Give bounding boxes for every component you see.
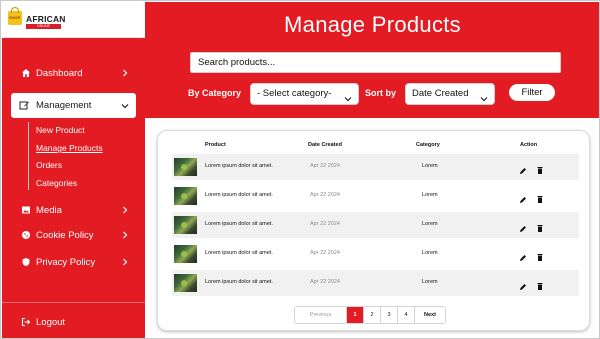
product-thumbnail bbox=[174, 187, 197, 205]
sidebar-item-cookie-policy[interactable]: Cookie Policy bbox=[2, 224, 145, 246]
page-button-3[interactable]: 3 bbox=[381, 307, 398, 323]
edit-pencil-icon[interactable] bbox=[519, 249, 527, 261]
search-input[interactable]: Search products... bbox=[190, 52, 561, 73]
sidebar-item-label: Privacy Policy bbox=[36, 256, 96, 268]
main-content: Manage Products Search products... By Ca… bbox=[145, 2, 599, 338]
chevron-down-icon bbox=[121, 102, 129, 110]
product-name: Lorem ipsum dolor sit amet. bbox=[205, 192, 273, 198]
table-row[interactable]: Lorem ipsum dolor sit amet. Apr 22 2024 … bbox=[172, 183, 579, 209]
edit-pencil-icon[interactable] bbox=[519, 162, 527, 174]
column-header-product: Product bbox=[205, 142, 226, 148]
logo[interactable]: SHOP AFRICAN ONLINE MARKETPLACE bbox=[2, 2, 145, 38]
category-select[interactable]: - Select category- bbox=[250, 83, 359, 105]
chevron-right-icon bbox=[121, 69, 129, 77]
app-window: SHOP AFRICAN ONLINE MARKETPLACE Dashboar… bbox=[0, 0, 600, 339]
previous-page-button[interactable]: Previous bbox=[295, 307, 347, 323]
table-row[interactable]: Lorem ipsum dolor sit amet. Apr 22 2024 … bbox=[172, 154, 579, 180]
category: Lorem bbox=[422, 250, 438, 256]
page-button-1[interactable]: 1 bbox=[347, 307, 364, 323]
column-header-category: Category bbox=[416, 142, 440, 148]
delete-trash-icon[interactable] bbox=[536, 278, 544, 290]
category: Lorem bbox=[422, 279, 438, 285]
delete-trash-icon[interactable] bbox=[536, 191, 544, 203]
home-icon bbox=[20, 68, 31, 79]
product-name: Lorem ipsum dolor sit amet. bbox=[205, 163, 273, 169]
sidebar-item-dashboard[interactable]: Dashboard bbox=[2, 62, 145, 84]
edit-pencil-icon[interactable] bbox=[519, 220, 527, 232]
chevron-right-icon bbox=[121, 258, 129, 266]
sidebar: SHOP AFRICAN ONLINE MARKETPLACE Dashboar… bbox=[2, 2, 145, 338]
logo-bag-text: SHOP bbox=[9, 15, 21, 20]
logout-label: Logout bbox=[36, 316, 66, 328]
logo-tagline: ONLINE MARKETPLACE bbox=[26, 24, 61, 29]
cookie-icon bbox=[20, 230, 31, 241]
submenu-new-product[interactable]: New Product bbox=[36, 125, 85, 135]
sidebar-item-label: Cookie Policy bbox=[36, 229, 94, 241]
date-created: Apr 22 2024 bbox=[310, 192, 340, 198]
sidebar-item-label: Dashboard bbox=[36, 67, 83, 79]
table-row[interactable]: Lorem ipsum dolor sit amet. Apr 22 2024 … bbox=[172, 241, 579, 267]
sidebar-item-privacy-policy[interactable]: Privacy Policy bbox=[2, 251, 145, 273]
product-name: Lorem ipsum dolor sit amet. bbox=[205, 250, 273, 256]
page-button-2[interactable]: 2 bbox=[364, 307, 381, 323]
delete-trash-icon[interactable] bbox=[536, 249, 544, 261]
page-header: Manage Products Search products... By Ca… bbox=[145, 2, 599, 118]
by-category-label: By Category bbox=[188, 88, 242, 98]
product-thumbnail bbox=[174, 245, 197, 263]
sort-by-label: Sort by bbox=[365, 88, 397, 98]
date-created: Apr 22 2024 bbox=[310, 250, 340, 256]
submenu-orders[interactable]: Orders bbox=[36, 160, 62, 170]
sort-select[interactable]: Date Created bbox=[405, 83, 495, 105]
category: Lorem bbox=[422, 192, 438, 198]
product-name: Lorem ipsum dolor sit amet. bbox=[205, 279, 273, 285]
sort-select-value: Date Created bbox=[412, 88, 469, 99]
logo-title: AFRICAN bbox=[26, 14, 66, 24]
logout-button[interactable]: Logout bbox=[2, 311, 145, 333]
shopping-bag-logo-icon: SHOP bbox=[8, 7, 22, 25]
next-page-button[interactable]: Next bbox=[415, 307, 445, 323]
chevron-down-icon bbox=[344, 91, 352, 102]
page-button-4[interactable]: 4 bbox=[398, 307, 415, 323]
date-created: Apr 22 2024 bbox=[310, 279, 340, 285]
product-thumbnail bbox=[174, 158, 197, 176]
sidebar-divider bbox=[2, 302, 145, 303]
shield-icon bbox=[20, 257, 31, 268]
sidebar-item-label: Management bbox=[36, 100, 92, 111]
chevron-right-icon bbox=[121, 231, 129, 239]
delete-trash-icon[interactable] bbox=[536, 220, 544, 232]
submenu-categories[interactable]: Categories bbox=[36, 178, 77, 188]
product-thumbnail bbox=[174, 216, 197, 234]
edit-pencil-icon[interactable] bbox=[519, 278, 527, 290]
table-row[interactable]: Lorem ipsum dolor sit amet. Apr 22 2024 … bbox=[172, 270, 579, 296]
product-name: Lorem ipsum dolor sit amet. bbox=[205, 221, 273, 227]
date-created: Apr 22 2024 bbox=[310, 221, 340, 227]
category: Lorem bbox=[422, 221, 438, 227]
submenu-line bbox=[28, 122, 29, 190]
product-thumbnail bbox=[174, 274, 197, 292]
logout-icon bbox=[20, 317, 31, 328]
table-row[interactable]: Lorem ipsum dolor sit amet. Apr 22 2024 … bbox=[172, 212, 579, 238]
delete-trash-icon[interactable] bbox=[536, 162, 544, 174]
page-title: Manage Products bbox=[284, 12, 461, 37]
category-select-value: - Select category- bbox=[257, 88, 332, 99]
edit-icon bbox=[19, 100, 30, 111]
sidebar-item-label: Media bbox=[36, 204, 62, 216]
image-icon bbox=[20, 205, 31, 216]
category: Lorem bbox=[422, 163, 438, 169]
filter-button[interactable]: Filter bbox=[509, 84, 555, 101]
chevron-down-icon bbox=[480, 91, 488, 102]
column-header-action: Action bbox=[520, 142, 538, 148]
pagination: Previous 1 2 3 4 Next bbox=[294, 306, 446, 324]
products-table-card: Product Date Created Category Action Lor… bbox=[157, 130, 590, 331]
column-header-date-created: Date Created bbox=[308, 142, 342, 148]
submenu-manage-products[interactable]: Manage Products bbox=[36, 143, 103, 153]
sidebar-item-management[interactable]: Management bbox=[11, 93, 136, 118]
sidebar-item-media[interactable]: Media bbox=[2, 199, 145, 221]
chevron-right-icon bbox=[121, 206, 129, 214]
date-created: Apr 22 2024 bbox=[310, 163, 340, 169]
edit-pencil-icon[interactable] bbox=[519, 191, 527, 203]
